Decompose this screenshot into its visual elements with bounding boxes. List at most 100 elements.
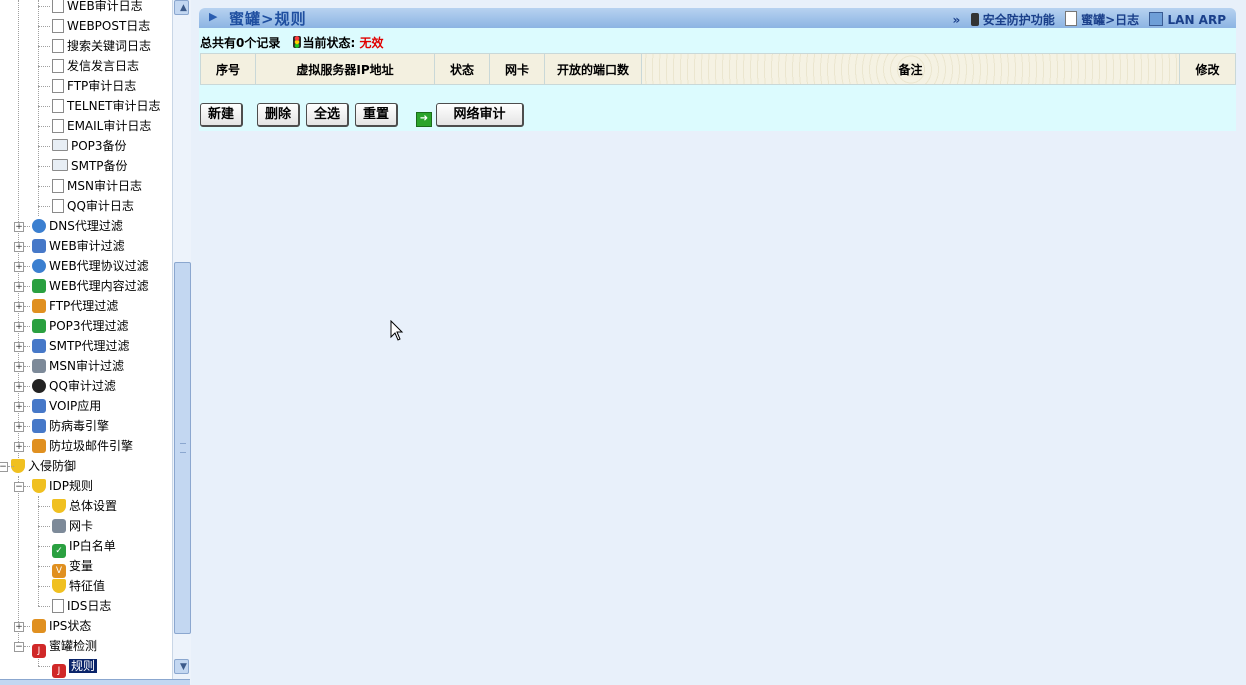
- tree-item[interactable]: WEB审计日志: [52, 0, 143, 16]
- document-icon: [52, 599, 64, 613]
- expand-icon[interactable]: +: [14, 622, 24, 632]
- expand-icon[interactable]: +: [14, 342, 24, 352]
- tree-item[interactable]: POP3代理过滤: [32, 316, 129, 336]
- tree-item[interactable]: EMAIL审计日志: [52, 116, 151, 136]
- expand-icon[interactable]: +: [14, 222, 24, 232]
- tree-item[interactable]: 总体设置: [52, 496, 117, 516]
- tree-item[interactable]: IDP规则: [32, 476, 93, 496]
- expand-icon[interactable]: +: [14, 422, 24, 432]
- expand-icon[interactable]: +: [14, 362, 24, 372]
- tree-item[interactable]: 入侵防御: [11, 456, 76, 476]
- select-all-button[interactable]: 全选: [306, 103, 349, 127]
- scroll-up-button[interactable]: ▲: [174, 0, 189, 15]
- collapse-icon[interactable]: −: [14, 482, 24, 492]
- tree-item[interactable]: MSN审计过滤: [32, 356, 124, 376]
- navigation-tree: WEB审计日志 WEBPOST日志 搜索关键词日志 发信发言日志 FTP审计日志 TELN…: [0, 0, 172, 684]
- tree-item[interactable]: 防垃圾邮件引擎: [32, 436, 133, 456]
- tree-item[interactable]: J 蜜罐检测: [32, 636, 97, 658]
- main-panel: ▶ 蜜罐>规则 » 安全防护功能 蜜罐>日志 LAN ARP 总共有0个记录 当…: [190, 0, 1246, 684]
- scroll-down-button[interactable]: ▼: [174, 659, 189, 674]
- tree-connector: [24, 246, 30, 247]
- expand-icon[interactable]: +: [14, 302, 24, 312]
- tree-connector: [24, 406, 30, 407]
- tree-item[interactable]: IDS日志: [52, 596, 111, 616]
- tree-item[interactable]: QQ审计日志: [52, 196, 134, 216]
- tree-item[interactable]: WEB代理协议过滤: [32, 256, 149, 276]
- reset-button[interactable]: 重置: [355, 103, 398, 127]
- network-audit-button[interactable]: 网络审计: [436, 103, 524, 127]
- tree-connector: [38, 666, 50, 667]
- envelope-icon: [52, 159, 68, 171]
- tree-connector: [38, 66, 50, 67]
- tree-item[interactable]: MSN审计日志: [52, 176, 142, 196]
- tree-item-label: 总体设置: [69, 499, 118, 513]
- tree-item[interactable]: SMTP代理过滤: [32, 336, 130, 356]
- tree-item-label: SMTP代理过滤: [49, 339, 130, 353]
- tree-item-label: WEB代理协议过滤: [49, 259, 149, 273]
- tree-item[interactable]: VOIP应用: [32, 396, 101, 416]
- tree-item[interactable]: POP3备份: [52, 136, 127, 156]
- link-prefix: »: [952, 13, 961, 27]
- column-index: 序号: [200, 53, 256, 85]
- antivirus-shield-icon: [32, 419, 46, 433]
- expand-icon[interactable]: +: [14, 442, 24, 452]
- tree-item-label: QQ审计过滤: [49, 379, 116, 393]
- tree-item[interactable]: 网卡: [52, 516, 93, 536]
- document-icon: [52, 19, 64, 33]
- column-status: 状态: [434, 53, 490, 85]
- tree-item-label: POP3备份: [71, 139, 127, 153]
- expand-icon[interactable]: +: [14, 262, 24, 272]
- tree-item-label: MSN审计过滤: [49, 359, 124, 373]
- expand-icon[interactable]: +: [14, 322, 24, 332]
- tree-item-label: TELNET审计日志: [67, 99, 161, 113]
- tree-item[interactable]: QQ审计过滤: [32, 376, 116, 396]
- tree-item[interactable]: FTP代理过滤: [32, 296, 118, 316]
- tree-item[interactable]: V 变量: [52, 556, 94, 578]
- tree-item[interactable]: J 规则: [52, 656, 98, 678]
- tree-item[interactable]: WEB审计过滤: [32, 236, 125, 256]
- tree-item-label: 特征值: [69, 579, 106, 593]
- new-button[interactable]: 新建: [200, 103, 243, 127]
- tree-item[interactable]: WEBPOST日志: [52, 16, 150, 36]
- tree-item[interactable]: TELNET审计日志: [52, 96, 161, 116]
- tree-item-label: 变量: [69, 559, 94, 573]
- tree-item[interactable]: 特征值: [52, 576, 105, 596]
- collapse-icon[interactable]: −: [0, 462, 8, 472]
- qq-icon: [32, 379, 46, 393]
- link-security-function[interactable]: 安全防护功能: [970, 13, 1059, 27]
- tree-connector: [8, 466, 14, 467]
- collapse-icon[interactable]: −: [14, 642, 24, 652]
- tree-item[interactable]: SMTP备份: [52, 156, 128, 176]
- tree-connector: [24, 486, 30, 487]
- tree-item[interactable]: 防病毒引擎: [32, 416, 109, 436]
- tree-vertical-scrollbar[interactable]: ▲ ▼: [172, 0, 191, 684]
- network-card-icon: [52, 519, 66, 533]
- tree-item[interactable]: 发信发言日志: [52, 56, 139, 76]
- expand-icon[interactable]: +: [14, 382, 24, 392]
- link-lan-arp[interactable]: LAN ARP: [1149, 12, 1226, 27]
- document-icon: [52, 199, 64, 213]
- expand-icon[interactable]: +: [14, 282, 24, 292]
- tree-item[interactable]: IPS状态: [32, 616, 91, 636]
- tree-item-label: VOIP应用: [49, 399, 102, 413]
- link-honeypot-log[interactable]: 蜜罐>日志: [1064, 11, 1143, 27]
- tree-item-label: MSN审计日志: [67, 179, 142, 193]
- tree-item-label: FTP代理过滤: [49, 299, 119, 313]
- tree-item[interactable]: DNS代理过滤: [32, 216, 123, 236]
- tree-item[interactable]: WEB代理内容过滤: [32, 276, 149, 296]
- expand-icon[interactable]: +: [14, 242, 24, 252]
- tree-connector: [38, 146, 50, 147]
- delete-button[interactable]: 删除: [257, 103, 300, 127]
- column-remark: 备注: [641, 53, 1180, 85]
- scroll-thumb[interactable]: [174, 262, 191, 634]
- tree-horizontal-scrollbar[interactable]: [0, 679, 190, 685]
- tree-item-label: FTP审计日志: [67, 79, 137, 93]
- tree-item[interactable]: FTP审计日志: [52, 76, 136, 96]
- tree-item[interactable]: 搜索关键词日志: [52, 36, 151, 56]
- expand-icon[interactable]: +: [14, 402, 24, 412]
- tree-item[interactable]: ✓ IP白名单: [52, 536, 116, 558]
- globe-search-icon: [32, 259, 46, 273]
- tree-connector: [24, 266, 30, 267]
- tree-connector: [38, 186, 50, 187]
- tree-connector: [38, 166, 50, 167]
